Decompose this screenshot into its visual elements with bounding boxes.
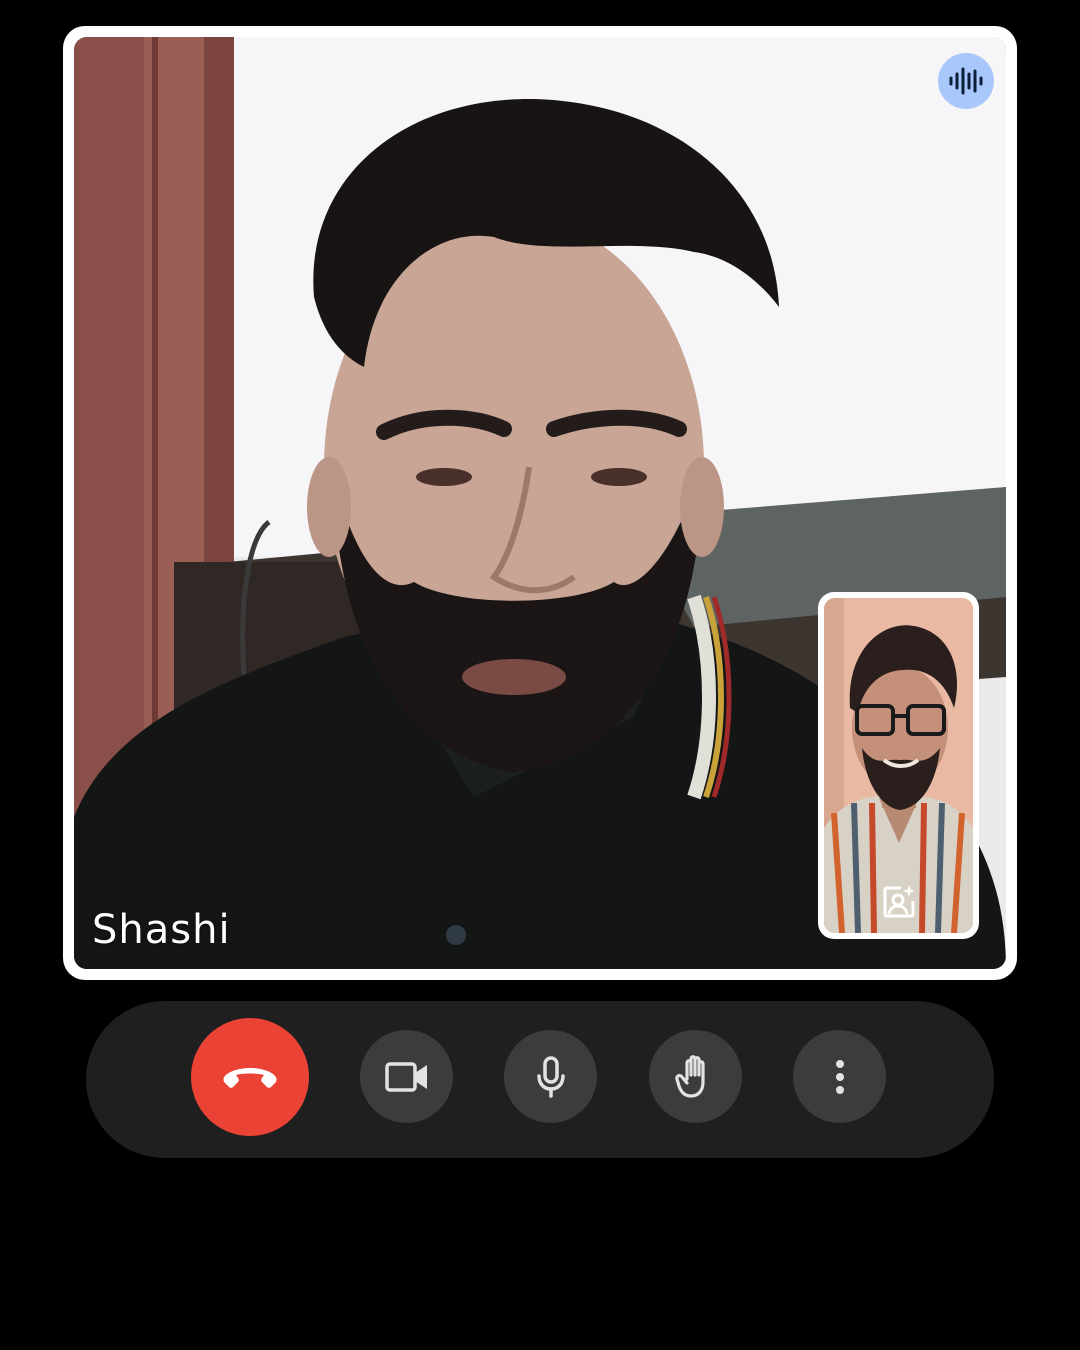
raise-hand-button[interactable] (649, 1030, 742, 1123)
effects-button[interactable] (877, 879, 921, 923)
self-view-feed (824, 598, 973, 933)
portrait-sparkle-icon (883, 885, 915, 918)
more-options-button[interactable] (793, 1030, 886, 1123)
camera-toggle-button[interactable] (360, 1030, 453, 1123)
participant-name: Shashi (92, 907, 231, 953)
microphone-toggle-button[interactable] (504, 1030, 597, 1123)
videocam-icon (384, 1061, 427, 1092)
call-controls-bar (86, 1001, 994, 1158)
video-call-screen: Shashi (0, 0, 1080, 1350)
audio-wave-icon (949, 67, 983, 95)
phone-hangup-icon (223, 1068, 277, 1088)
end-call-button[interactable] (191, 1018, 309, 1136)
self-view-tile[interactable] (818, 592, 979, 939)
hand-icon (674, 1054, 705, 1098)
more-vertical-icon (835, 1059, 844, 1094)
speaking-indicator (938, 53, 994, 109)
mic-icon (536, 1055, 565, 1098)
